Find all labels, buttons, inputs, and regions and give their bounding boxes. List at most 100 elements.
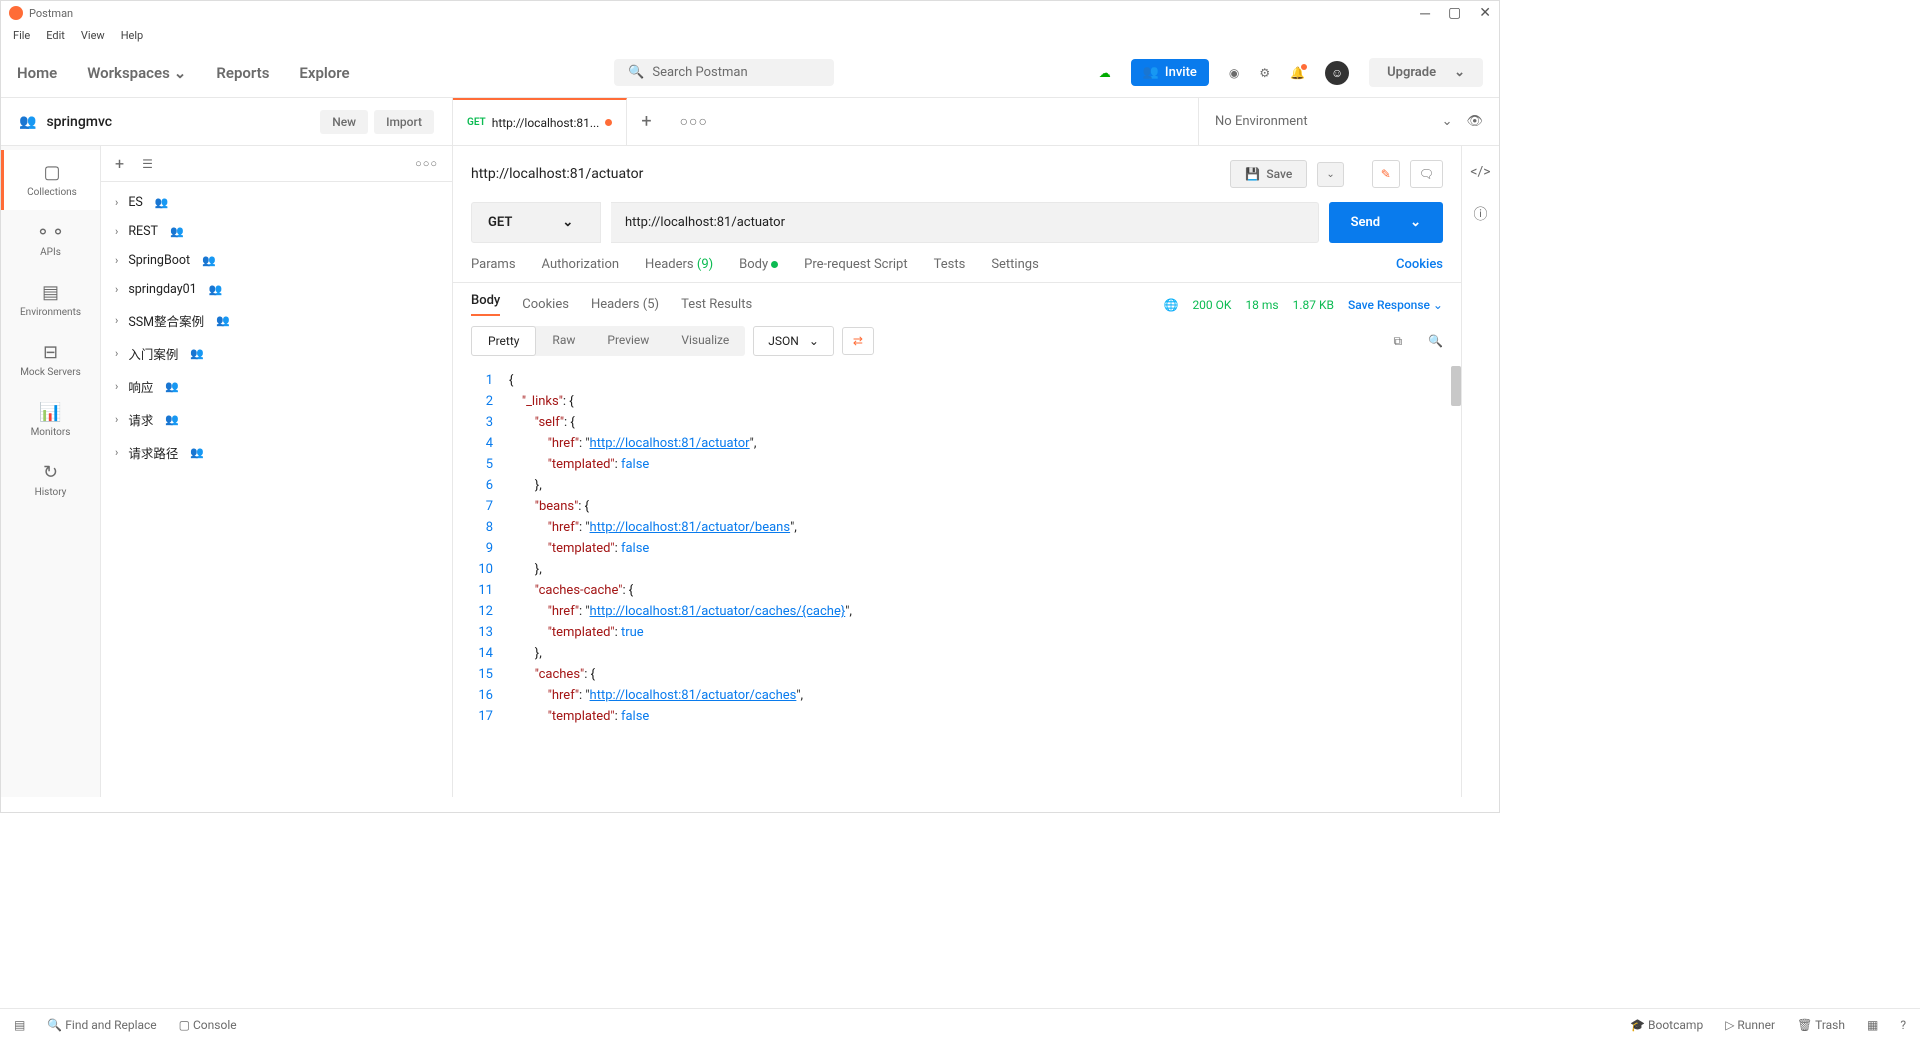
collection-item[interactable]: ›响应👥: [101, 370, 452, 403]
fmt-preview[interactable]: Preview: [591, 326, 665, 356]
collection-item[interactable]: ›入门案例👥: [101, 337, 452, 370]
import-button[interactable]: Import: [374, 110, 434, 134]
rail-apis[interactable]: ⚬⚬APIs: [1, 210, 100, 270]
find-replace[interactable]: 🔍 Find and Replace: [47, 1018, 156, 1032]
url-input[interactable]: http://localhost:81/actuator: [611, 202, 1319, 243]
people-icon: 👥: [165, 413, 179, 426]
nav-workspaces[interactable]: Workspaces⌄: [87, 64, 186, 82]
fmt-raw[interactable]: Raw: [536, 326, 591, 356]
maximize-icon[interactable]: ▢: [1448, 5, 1461, 22]
notifications-icon[interactable]: 🔔: [1290, 66, 1305, 80]
collection-item[interactable]: ›springday01👥: [101, 275, 452, 304]
collection-item[interactable]: ›请求👥: [101, 403, 452, 436]
save-dropdown[interactable]: ⌄: [1317, 162, 1343, 187]
search-icon: 🔍: [628, 65, 644, 80]
console[interactable]: ▢ Console: [179, 1018, 237, 1032]
request-tab[interactable]: GET http://localhost:81...: [453, 98, 627, 145]
collection-item[interactable]: ›SpringBoot👥: [101, 246, 452, 275]
environment-select[interactable]: No Environment ⌄ 👁: [1198, 98, 1499, 145]
chevron-right-icon: ›: [115, 254, 118, 267]
capture-icon[interactable]: ◉: [1229, 66, 1239, 80]
save-button[interactable]: 💾Save: [1230, 160, 1307, 188]
invite-button[interactable]: 👥Invite: [1131, 59, 1209, 86]
save-response-button[interactable]: Save Response ⌄: [1348, 298, 1443, 312]
environments-icon: ▤: [42, 282, 59, 303]
sidebar-toggle-icon[interactable]: ▤: [14, 1018, 25, 1032]
fmt-visualize[interactable]: Visualize: [665, 326, 745, 356]
code-icon[interactable]: </>: [1470, 164, 1490, 180]
collection-item[interactable]: ›ES👥: [101, 188, 452, 217]
help-icon[interactable]: ?: [1900, 1018, 1906, 1032]
tab-body[interactable]: Body: [739, 257, 778, 272]
tab-params[interactable]: Params: [471, 257, 516, 272]
info-icon[interactable]: ⓘ: [1474, 204, 1488, 224]
trash[interactable]: 🗑 Trash: [1797, 1018, 1845, 1032]
menu-edit[interactable]: Edit: [46, 29, 65, 42]
layout-icon[interactable]: ▦: [1867, 1018, 1878, 1032]
method-select[interactable]: GET⌄: [471, 202, 601, 243]
resp-tab-cookies[interactable]: Cookies: [522, 297, 569, 312]
rail-environments[interactable]: ▤Environments: [1, 270, 100, 330]
language-select[interactable]: JSON⌄: [753, 326, 834, 356]
sidebar-more-icon[interactable]: ○○○: [415, 157, 438, 170]
nav-reports[interactable]: Reports: [216, 64, 269, 82]
collection-item[interactable]: ›SSM整合案例👥: [101, 304, 452, 337]
tab-headers[interactable]: Headers (9): [645, 257, 713, 272]
rail-collections[interactable]: ▢Collections: [1, 150, 100, 210]
resp-tab-tests[interactable]: Test Results: [681, 297, 752, 312]
copy-icon[interactable]: ⧉: [1393, 334, 1402, 349]
monitors-icon: 📊: [39, 402, 61, 423]
menu-help[interactable]: Help: [121, 29, 144, 42]
code-line: 3 "self": {: [471, 412, 1443, 433]
wrap-icon[interactable]: ⇄: [842, 327, 874, 355]
fmt-pretty[interactable]: Pretty: [471, 326, 536, 356]
tab-more-icon[interactable]: ○○○: [666, 113, 722, 130]
settings-icon[interactable]: ⚙: [1259, 66, 1270, 80]
avatar[interactable]: ☺: [1325, 61, 1349, 85]
tab-tests[interactable]: Tests: [934, 257, 966, 272]
rail-history[interactable]: ↻History: [1, 450, 100, 510]
edit-icon[interactable]: ✎: [1372, 160, 1400, 188]
upgrade-button[interactable]: Upgrade⌄: [1369, 58, 1483, 87]
scrollbar-thumb[interactable]: [1451, 366, 1461, 406]
nav-home[interactable]: Home: [17, 64, 57, 82]
menu-file[interactable]: File: [13, 29, 30, 42]
runner[interactable]: ▷ Runner: [1725, 1018, 1775, 1032]
apis-icon: ⚬⚬: [35, 222, 65, 243]
workspace-name[interactable]: springmvc: [46, 114, 112, 130]
new-button[interactable]: New: [320, 110, 368, 134]
cookies-link[interactable]: Cookies: [1396, 257, 1443, 272]
tab-auth[interactable]: Authorization: [542, 257, 620, 272]
app-title: Postman: [29, 7, 73, 20]
tab-prereq[interactable]: Pre-request Script: [804, 257, 907, 272]
sync-icon[interactable]: ☁: [1099, 66, 1111, 80]
collection-item[interactable]: ›REST👥: [101, 217, 452, 246]
content: http://localhost:81/actuator 💾Save ⌄ ✎ 🗨…: [453, 146, 1461, 797]
filter-icon[interactable]: ☰: [142, 157, 153, 171]
new-tab-button[interactable]: +: [627, 111, 665, 132]
bootcamp[interactable]: 🎓 Bootcamp: [1630, 1018, 1703, 1032]
save-icon: 💾: [1245, 167, 1260, 181]
eye-icon[interactable]: 👁: [1466, 114, 1483, 129]
send-button[interactable]: Send⌄: [1329, 202, 1443, 243]
resp-tab-headers[interactable]: Headers (5): [591, 297, 659, 312]
collection-item[interactable]: ›请求路径👥: [101, 436, 452, 469]
code-line: 8 "href": "http://localhost:81/actuator/…: [471, 517, 1443, 538]
menu-view[interactable]: View: [81, 29, 105, 42]
topbar: Home Workspaces⌄ Reports Explore 🔍 Searc…: [1, 48, 1499, 98]
globe-icon[interactable]: 🌐: [1163, 298, 1178, 312]
close-icon[interactable]: ✕: [1479, 5, 1491, 22]
search-input[interactable]: 🔍 Search Postman: [614, 59, 834, 86]
resp-tab-body[interactable]: Body: [471, 293, 500, 316]
minimize-icon[interactable]: ─: [1420, 5, 1430, 22]
comment-icon[interactable]: 🗨: [1410, 160, 1443, 188]
rail-monitors[interactable]: 📊Monitors: [1, 390, 100, 450]
rail-mock[interactable]: ⊟Mock Servers: [1, 330, 100, 390]
nav-explore[interactable]: Explore: [299, 64, 349, 82]
tab-settings[interactable]: Settings: [991, 257, 1038, 272]
response-body[interactable]: 1{2 "_links": {3 "self": {4 "href": "htt…: [453, 366, 1461, 797]
status-time: 18 ms: [1245, 298, 1278, 312]
search-response-icon[interactable]: 🔍: [1428, 334, 1443, 348]
code-line: 2 "_links": {: [471, 391, 1443, 412]
add-icon[interactable]: +: [115, 154, 124, 173]
